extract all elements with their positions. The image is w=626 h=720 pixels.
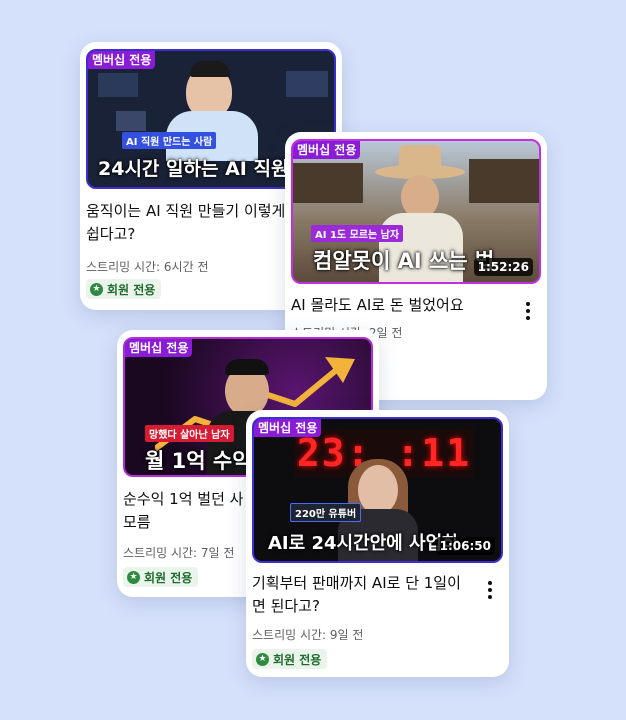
- membership-badge: 멤버십 전용: [254, 419, 322, 437]
- video-title[interactable]: AI 몰라도 AI로 돈 벌었어요: [291, 294, 511, 317]
- membership-badge: 멤버십 전용: [293, 141, 361, 159]
- video-title[interactable]: 기획부터 판매까지 AI로 단 1일이 면 된다고?: [252, 572, 474, 618]
- video-title-line: 면 된다고?: [252, 597, 320, 615]
- members-only-label: 회원 전용: [107, 282, 156, 297]
- more-vert-icon[interactable]: [485, 579, 495, 601]
- video-thumbnail-2[interactable]: AI 1도 모르는 남자 컴알못이 AI 쓰는 법 멤버십 전용 1:52:26: [291, 139, 541, 284]
- membership-badge: 멤버십 전용: [125, 339, 193, 357]
- star-badge-icon: ★: [256, 652, 269, 666]
- star-badge-icon: ★: [127, 570, 140, 584]
- thumb-tag: AI 1도 모르는 남자: [311, 225, 404, 242]
- thumb-tag: 220만 유튜버: [290, 503, 362, 522]
- members-only-chip: ★ 회원 전용: [123, 567, 199, 587]
- membership-badge: 멤버십 전용: [88, 51, 156, 69]
- thumb-tag: AI 직원 만드는 사람: [122, 132, 217, 149]
- video-card-4[interactable]: 23: :11 220만 유튜버 AI로 24시간안에 사업하 멤버십 전용 1…: [246, 410, 509, 677]
- video-duration: 1:52:26: [473, 258, 533, 276]
- members-only-chip: ★ 회원 전용: [86, 279, 162, 299]
- members-only-label: 회원 전용: [273, 652, 322, 667]
- video-meta: 스트리밍 시간: 6시간 전: [86, 260, 209, 274]
- more-vert-icon[interactable]: [523, 300, 533, 322]
- members-only-label: 회원 전용: [144, 570, 193, 585]
- video-meta: 스트리밍 시간: 7일 전: [123, 546, 235, 560]
- members-only-chip: ★ 회원 전용: [252, 649, 328, 669]
- video-title-line: 기획부터 판매까지 AI로 단 1일이: [252, 574, 461, 592]
- video-duration: 1:06:50: [435, 537, 495, 555]
- video-thumbnail-4[interactable]: 23: :11 220만 유튜버 AI로 24시간안에 사업하 멤버십 전용 1…: [252, 417, 503, 563]
- star-badge-icon: ★: [90, 282, 103, 296]
- thumb-tag: 망했다 살아난 남자: [145, 425, 234, 442]
- video-meta: 스트리밍 시간: 9일 전: [252, 628, 364, 642]
